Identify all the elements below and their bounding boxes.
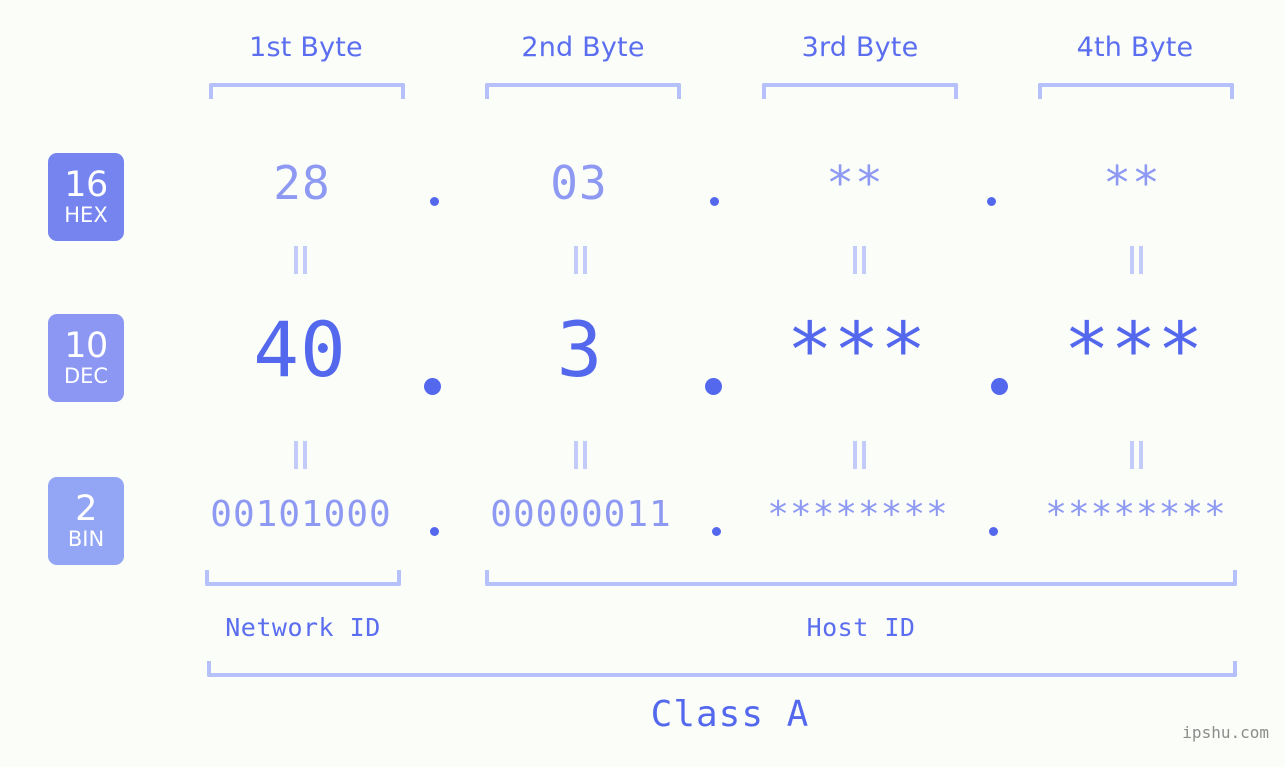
hex-dot-separator-1 — [430, 197, 439, 206]
byte-header-4: 4th Byte — [1076, 32, 1194, 63]
bin-byte-2: 00000011 — [490, 494, 672, 535]
hex-byte-1: 28 — [273, 156, 331, 210]
base-badge-dec-number: 10 — [64, 326, 108, 366]
equals-mark-hex-dec-3 — [850, 246, 870, 274]
base-badge-dec: 10 DEC — [48, 314, 124, 402]
dec-dot-separator-1 — [424, 378, 441, 395]
dec-byte-4: *** — [1063, 305, 1205, 394]
bin-byte-4: ******** — [1045, 494, 1227, 535]
equals-mark-hex-dec-4 — [1127, 246, 1147, 274]
bin-dot-separator-3 — [989, 527, 998, 536]
byte-header-3: 3rd Byte — [801, 32, 919, 63]
byte-bracket-top-2 — [485, 83, 681, 99]
base-badge-hex-number: 16 — [64, 165, 108, 205]
equals-mark-dec-bin-2 — [571, 441, 591, 469]
base-badge-bin-number: 2 — [75, 489, 97, 529]
hex-byte-2: 03 — [550, 156, 608, 210]
base-badge-hex-label: HEX — [64, 203, 108, 227]
hex-dot-separator-2 — [710, 197, 719, 206]
base-badge-dec-label: DEC — [63, 364, 109, 388]
network-id-label: Network ID — [225, 613, 381, 642]
dec-dot-separator-3 — [991, 378, 1008, 395]
network-id-bracket — [205, 570, 401, 586]
byte-header-1: 1st Byte — [249, 32, 363, 63]
byte-bracket-top-3 — [762, 83, 958, 99]
equals-mark-dec-bin-3 — [850, 441, 870, 469]
byte-bracket-top-1 — [209, 83, 405, 99]
equals-mark-hex-dec-1 — [291, 246, 311, 274]
bin-dot-separator-2 — [712, 527, 721, 536]
ip-address-breakdown-diagram: 1st Byte 2nd Byte 3rd Byte 4th Byte 16 H… — [0, 0, 1285, 767]
dec-byte-3: *** — [786, 305, 928, 394]
equals-mark-dec-bin-1 — [291, 441, 311, 469]
hex-dot-separator-3 — [987, 197, 996, 206]
hex-byte-4: ** — [1103, 156, 1161, 210]
bin-dot-separator-1 — [430, 527, 439, 536]
equals-mark-hex-dec-2 — [571, 246, 591, 274]
host-id-bracket — [485, 570, 1237, 586]
hex-byte-3: ** — [826, 156, 884, 210]
dec-byte-2: 3 — [556, 305, 604, 394]
base-badge-bin-label: BIN — [67, 527, 105, 551]
base-badge-hex: 16 HEX — [48, 153, 124, 241]
equals-mark-dec-bin-4 — [1127, 441, 1147, 469]
host-id-label: Host ID — [806, 613, 916, 642]
byte-bracket-top-4 — [1038, 83, 1234, 99]
class-label: Class A — [650, 694, 810, 735]
bin-byte-3: ******** — [767, 494, 949, 535]
dec-byte-1: 40 — [253, 305, 347, 394]
byte-header-2: 2nd Byte — [521, 32, 645, 63]
base-badge-bin: 2 BIN — [48, 477, 124, 565]
class-bracket — [207, 661, 1237, 677]
site-watermark: ipshu.com — [1182, 723, 1269, 742]
bin-byte-1: 00101000 — [210, 494, 392, 535]
dec-dot-separator-2 — [705, 378, 722, 395]
